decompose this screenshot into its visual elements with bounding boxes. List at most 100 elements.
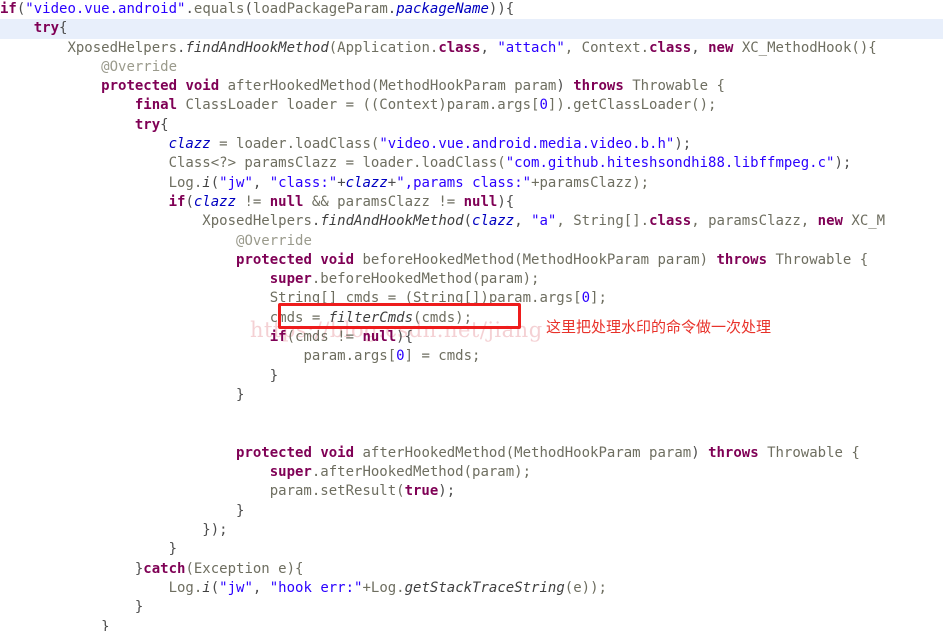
code-token: "a" [531, 213, 557, 230]
code-line[interactable] [0, 405, 943, 424]
code-line[interactable]: super.afterHookedMethod(param); [0, 463, 943, 482]
code-token: (e)); [564, 579, 607, 596]
code-token: } [236, 502, 245, 519]
code-token: super [269, 271, 312, 288]
code-line[interactable]: } [0, 386, 943, 405]
code-token: true [404, 483, 439, 500]
code-token: Throwable { [758, 444, 860, 461]
code-token: param [514, 78, 557, 95]
code-line[interactable]: }); [0, 521, 943, 540]
code-token: try [134, 116, 161, 133]
code-token: Throwable { [767, 251, 869, 268]
code-token: , [480, 39, 498, 56]
code-token: ]).getClassLoader(); [547, 97, 717, 114]
code-token: Log. [168, 579, 203, 596]
code-line[interactable] [0, 425, 943, 444]
code-line[interactable]: if("video.vue.android".equals(loadPackag… [0, 0, 943, 19]
code-token: afterHookedMethod(MethodHookParam [219, 78, 515, 95]
code-token: "jw" [219, 579, 253, 596]
code-line[interactable]: try{ [0, 116, 943, 135]
code-token: loadPackageParam [252, 1, 388, 17]
code-token: String[] cmds = (String[])param.args[ [269, 290, 582, 307]
code-line[interactable]: XposedHelpers.findAndHookMethod(clazz, "… [0, 212, 943, 231]
code-token: ",params class:" [396, 174, 532, 191]
code-line[interactable]: param.setResult(true); [0, 482, 943, 501]
code-line[interactable]: final ClassLoader loader = ((Context)par… [0, 96, 943, 115]
code-line[interactable]: Log.i("jw", "class:"+clazz+",params clas… [0, 174, 943, 193]
code-token: } [134, 599, 144, 616]
code-line[interactable]: @Override [0, 58, 943, 77]
code-line[interactable]: } [0, 618, 943, 631]
code-token: beforeHookedMethod(MethodHookParam param… [354, 251, 717, 268]
code-line[interactable]: try{ [0, 19, 943, 39]
code-token: ){ [396, 329, 414, 346]
code-token: XC_M [842, 213, 886, 230]
code-editor-surface[interactable]: if("video.vue.android".equals(loadPackag… [0, 0, 943, 631]
code-line[interactable]: if(cmds != null){ [0, 328, 943, 347]
code-line[interactable]: } [0, 502, 943, 521]
code-token: getStackTraceString [404, 579, 565, 596]
code-token: throws [573, 78, 624, 95]
code-token: ); [438, 483, 456, 500]
code-line[interactable]: clazz = loader.loadClass("video.vue.andr… [0, 135, 943, 154]
code-line[interactable]: protected void beforeHookedMethod(Method… [0, 251, 943, 270]
code-line[interactable]: if(clazz != null && paramsClazz != null)… [0, 193, 943, 212]
code-token: Class<?> paramsClazz = loader.loadClass( [168, 155, 506, 172]
code-line[interactable]: XposedHelpers.findAndHookMethod(Applicat… [0, 39, 943, 58]
code-token: clazz [168, 136, 211, 153]
code-token: ( [244, 1, 253, 17]
code-token: null [269, 193, 304, 210]
code-line[interactable]: Log.i("jw", "hook err:"+Log.getStackTrac… [0, 579, 943, 598]
code-token: . [185, 1, 194, 17]
code-token: class [649, 213, 692, 230]
code-token: param.args[ [303, 348, 397, 365]
code-token: param [649, 444, 692, 461]
code-token: .beforeHookedMethod(param); [311, 271, 540, 288]
code-token: .afterHookedMethod(param); [311, 464, 532, 481]
code-token: clazz [193, 193, 237, 210]
code-line[interactable]: cmds = filterCmds(cmds); [0, 309, 943, 328]
code-line[interactable]: } [0, 367, 943, 386]
code-line[interactable]: protected void afterHookedMethod(MethodH… [0, 77, 943, 96]
code-token: try [33, 20, 60, 37]
code-token: @Override [236, 232, 312, 249]
code-token: ) [556, 78, 574, 95]
code-token: if [0, 1, 17, 17]
code-token: i [202, 174, 211, 191]
code-token: +Log. [362, 579, 405, 596]
code-line[interactable]: protected void afterHookedMethod(MethodH… [0, 444, 943, 463]
code-token: ] = cmds; [404, 348, 481, 365]
code-token: ClassLoader loader = ((Context)param.arg… [177, 97, 540, 114]
code-token: "jw" [219, 174, 253, 191]
code-line[interactable]: } [0, 540, 943, 559]
code-line[interactable]: } [0, 598, 943, 617]
code-token: void [185, 78, 220, 95]
code-token: void [320, 444, 355, 461]
code-line[interactable]: super.beforeHookedMethod(param); [0, 270, 943, 289]
code-token: . [387, 1, 397, 17]
code-token: +paramsClazz); [531, 174, 650, 191]
code-line[interactable]: }catch(Exception e){ [0, 560, 943, 579]
code-token: } [101, 618, 110, 631]
code-token: , [514, 213, 532, 230]
code-line[interactable]: param.args[0] = cmds; [0, 347, 943, 366]
code-line[interactable]: String[] cmds = (String[])param.args[0]; [0, 289, 943, 308]
code-line[interactable]: @Override [0, 232, 943, 251]
code-token: null [362, 329, 397, 346]
code-token: , [252, 174, 270, 191]
code-line[interactable]: Class<?> paramsClazz = loader.loadClass(… [0, 154, 943, 173]
code-token: if [168, 193, 186, 210]
